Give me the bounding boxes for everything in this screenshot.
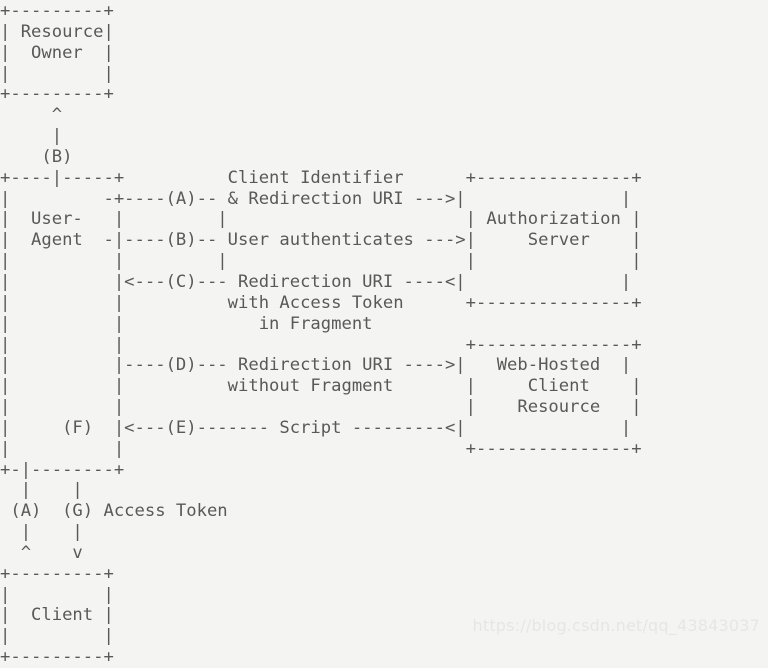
oauth-implicit-flow-ascii-art: +---------+ | Resource| | Owner | | | +-… (0, 1, 768, 668)
ascii-diagram-canvas: +---------+ | Resource| | Owner | | | +-… (0, 0, 768, 655)
